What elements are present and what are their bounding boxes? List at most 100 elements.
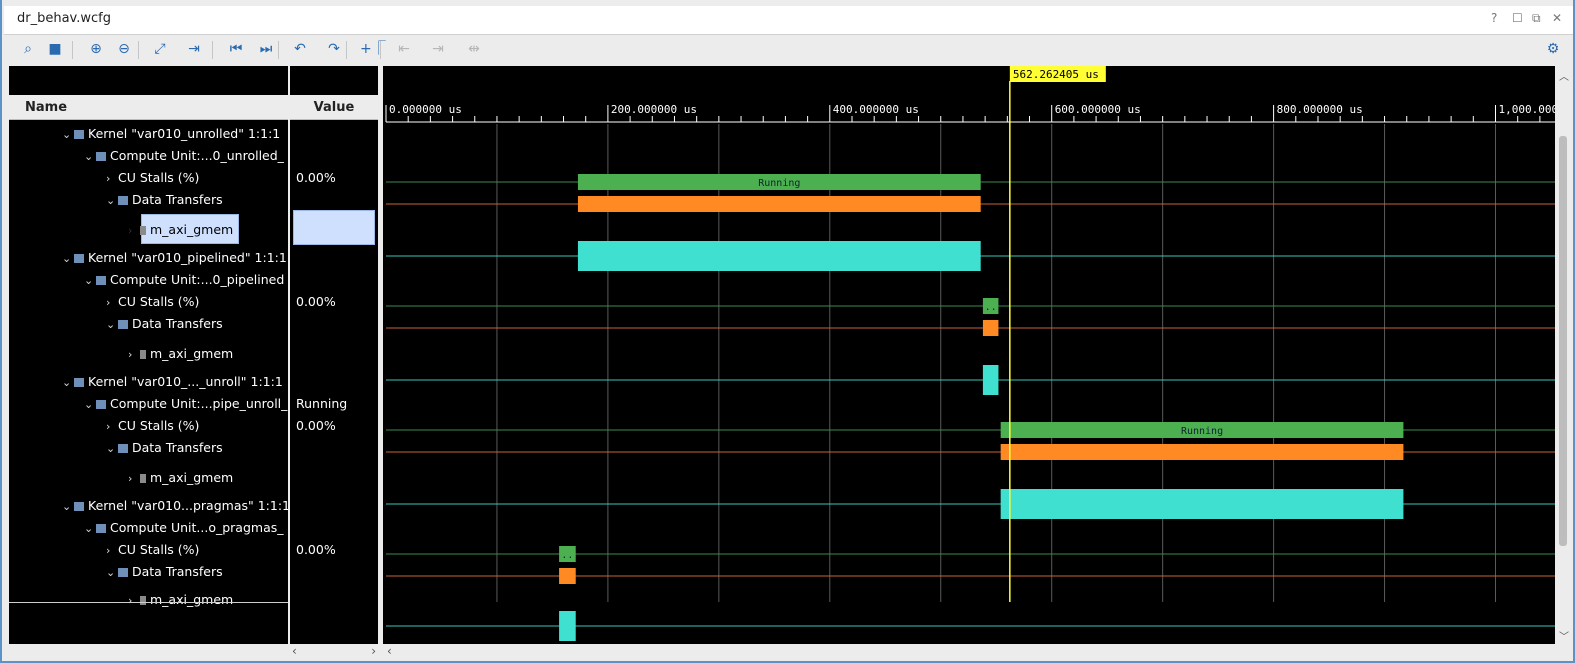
chevron-right-icon[interactable]: › [128, 224, 140, 237]
next-transition-icon[interactable]: ↷ [324, 39, 344, 59]
chevron-down-icon[interactable]: ⌄ [106, 442, 118, 455]
chevron-down-icon[interactable]: ⌄ [62, 128, 74, 141]
search-icon[interactable]: ⌕ [18, 39, 38, 59]
next-marker-icon[interactable]: ⇥ [428, 39, 448, 59]
scroll-down-icon[interactable]: ﹀ [1559, 628, 1569, 643]
tree-row[interactable]: › CU Stalls (%) [106, 170, 199, 185]
tree-row[interactable]: ⌄ Data Transfers [106, 316, 223, 331]
save-icon[interactable]: ■ [45, 39, 65, 59]
folder-icon [118, 444, 128, 453]
wave-horizontal-scrollbar[interactable]: ‹ [383, 644, 1555, 659]
chevron-down-icon[interactable]: ⌄ [106, 566, 118, 579]
selected-value-highlight [293, 210, 375, 245]
value-horizontal-scrollbar[interactable]: ‹ › [290, 644, 378, 659]
tree-row[interactable]: ⌄ Kernel "var010_unrolled" 1:1:1 [62, 126, 280, 141]
tree-row[interactable]: › m_axi_gmem [128, 592, 233, 607]
tree-row[interactable]: ⌄ Compute Unit:...0_unrolled_ [84, 148, 284, 163]
scroll-up-icon[interactable]: ︿ [1559, 68, 1569, 83]
title-bar: dr_behav.wcfg ? ☐ ⧉ ✕ [4, 6, 1573, 35]
chevron-down-icon[interactable]: ⌄ [84, 150, 96, 163]
kernel-icon [74, 254, 84, 263]
tree-row-label: Data Transfers [132, 192, 223, 207]
chevron-down-icon[interactable]: ⌄ [106, 318, 118, 331]
go-to-start-icon[interactable]: ⏮ [226, 39, 246, 59]
waveform-canvas[interactable]: 0.000000 us 200.000000 us 400.000000 us 600… [383, 66, 1555, 644]
chevron-right-icon[interactable]: › [128, 348, 140, 361]
compute-unit-icon [96, 400, 106, 409]
minimize-icon[interactable]: ☐ [1512, 11, 1523, 25]
go-to-cursor-icon[interactable]: ⇥ [184, 39, 204, 59]
tree-row[interactable]: › CU Stalls (%) [106, 418, 199, 433]
tree-row[interactable]: ⌄ Kernel "var010_..._unroll" 1:1:1 [62, 374, 283, 389]
tree-row-value: 0.00% [296, 418, 336, 433]
toolbar-separator [138, 41, 139, 59]
gear-icon[interactable]: ⚙ [1543, 39, 1563, 59]
tree-row[interactable]: ⌄ Kernel "var010...pragmas" 1:1:1 [62, 498, 288, 513]
tree-row-label: CU Stalls (%) [118, 294, 200, 309]
zoom-out-icon[interactable]: ⊖ [114, 39, 134, 59]
tree-row[interactable]: ⌄ Data Transfers [106, 440, 223, 455]
scroll-left-icon[interactable]: ‹ [292, 644, 297, 658]
swap-cursors-icon[interactable]: ⇹ [464, 39, 484, 59]
tree-row-label: Kernel "var010...pragmas" 1:1:1 [88, 498, 288, 513]
tree-row-label: Data Transfers [132, 440, 223, 455]
compute-unit-icon [96, 524, 106, 533]
tree-row[interactable]: ⌄ Kernel "var010_pipelined" 1:1:1 [62, 250, 287, 265]
chevron-down-icon[interactable]: ⌄ [84, 522, 96, 535]
chevron-right-icon[interactable]: › [106, 172, 118, 185]
tree-row[interactable]: › m_axi_gmem [128, 346, 233, 361]
timeline-bar-stall [1000, 444, 1404, 460]
name-column-header[interactable]: Name [9, 95, 288, 120]
toolbar-separator [212, 41, 213, 59]
tree-row[interactable]: › CU Stalls (%) [106, 542, 199, 557]
scroll-left-icon[interactable]: ‹ [387, 644, 392, 658]
chevron-right-icon[interactable]: › [106, 296, 118, 309]
tree-row[interactable]: › CU Stalls (%) [106, 294, 199, 309]
zoom-fit-icon[interactable]: ⤢ [150, 39, 170, 59]
chevron-right-icon[interactable]: › [128, 472, 140, 485]
vertical-scroll-thumb[interactable] [1559, 136, 1567, 546]
value-column-header[interactable]: Value [290, 95, 378, 120]
chevron-down-icon[interactable]: ⌄ [62, 252, 74, 265]
tree-row[interactable]: ⌄ Data Transfers [106, 564, 223, 579]
tree-row[interactable]: ⌄ Compute Unit...o_pragmas_ [84, 520, 284, 535]
kernel-icon [74, 378, 84, 387]
timeline-bar-label: Running [758, 178, 800, 189]
vertical-scrollbar[interactable]: ︿ ﹀ [1555, 66, 1573, 644]
timeline-bar-transfer [982, 365, 999, 395]
bus-icon [140, 596, 146, 605]
timeline-bar-stall [982, 320, 999, 336]
chevron-down-icon[interactable]: ⌄ [62, 500, 74, 513]
chevron-right-icon[interactable]: › [106, 544, 118, 557]
tree-row[interactable]: › m_axi_gmem [128, 470, 233, 485]
tree-row-label: Kernel "var010_..._unroll" 1:1:1 [88, 374, 283, 389]
chevron-right-icon[interactable]: › [128, 594, 140, 607]
add-marker-icon[interactable]: +⎾ [360, 39, 386, 59]
chevron-down-icon[interactable]: ⌄ [84, 274, 96, 287]
previous-transition-icon[interactable]: ↶ [290, 39, 310, 59]
scroll-right-icon[interactable]: › [371, 644, 376, 658]
ruler-tick-label: 1,000.000000 us [1499, 103, 1556, 116]
tree-row-label: m_axi_gmem [150, 470, 234, 485]
chevron-down-icon[interactable]: ⌄ [106, 194, 118, 207]
tree-row[interactable]: ⌄ Compute Unit:...0_pipelined [84, 272, 284, 287]
waveform-window: dr_behav.wcfg ? ☐ ⧉ ✕ ⌕ ■ ⊕ ⊖ ⤢ ⇥ ⏮ ⏭ ↶ ↷ +⎾ ⇤ ⇥ ⇹ ⚙ N… [0, 0, 1575, 663]
zoom-in-icon[interactable]: ⊕ [86, 39, 106, 59]
toolbar-separator [346, 41, 347, 59]
toolbar-separator [72, 41, 73, 59]
previous-marker-icon[interactable]: ⇤ [394, 39, 414, 59]
tree-row[interactable]: ⌄ Data Transfers [106, 192, 223, 207]
timeline-bar-label: Running [1181, 426, 1223, 437]
go-to-end-icon[interactable]: ⏭ [256, 39, 276, 59]
bus-icon [140, 226, 146, 235]
waveform-panel[interactable]: 0.000000 us 200.000000 us 400.000000 us 600… [383, 66, 1555, 644]
chevron-down-icon[interactable]: ⌄ [84, 398, 96, 411]
close-icon[interactable]: ✕ [1552, 11, 1562, 25]
tree-row[interactable]: ⌄ Compute Unit:...pipe_unroll_ [84, 396, 287, 411]
chevron-down-icon[interactable]: ⌄ [62, 376, 74, 389]
help-icon[interactable]: ? [1491, 11, 1497, 25]
tree-row[interactable]: › m_axi_gmem [128, 222, 233, 237]
float-icon[interactable]: ⧉ [1532, 11, 1541, 26]
chevron-right-icon[interactable]: › [106, 420, 118, 433]
tree-row-label: Data Transfers [132, 564, 223, 579]
